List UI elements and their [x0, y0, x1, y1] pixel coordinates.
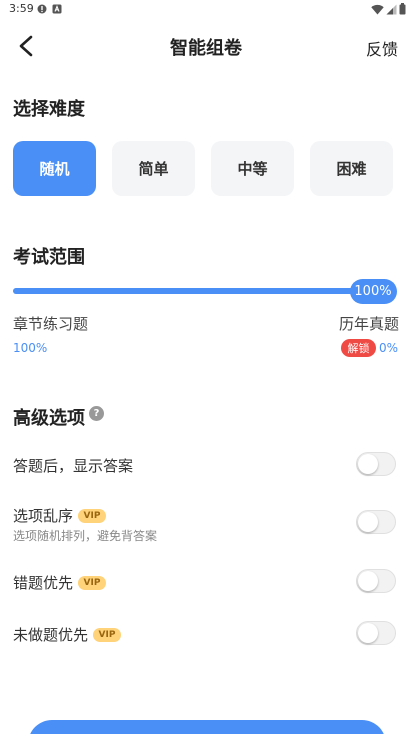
- scope-slider-track[interactable]: [13, 288, 373, 294]
- difficulty-medium-button[interactable]: 中等: [211, 141, 294, 196]
- unlock-button[interactable]: 解锁: [341, 339, 376, 357]
- help-icon[interactable]: ?: [89, 406, 104, 421]
- option-label-text: 未做题优先: [13, 626, 89, 644]
- primary-action-button[interactable]: [28, 720, 386, 734]
- difficulty-hard-button[interactable]: 困难: [310, 141, 393, 196]
- toggle-knob: [358, 623, 378, 643]
- chapter-practice-value: 100%: [13, 341, 48, 355]
- option-shuffle-subtitle: 选项随机排列，避免背答案: [13, 529, 158, 543]
- scope-slider-fill: [13, 288, 373, 294]
- option-label-text: 错题优先: [13, 574, 74, 592]
- status-time: 3:59: [9, 2, 34, 15]
- difficulty-title: 选择难度: [13, 99, 85, 120]
- wifi-icon: [371, 4, 384, 14]
- vip-badge: VIP: [93, 627, 122, 642]
- advanced-title: 高级选项: [13, 408, 85, 429]
- status-indicators: [371, 2, 406, 16]
- scope-title: 考试范围: [13, 247, 85, 268]
- difficulty-random-button[interactable]: 随机: [13, 141, 96, 196]
- battery-icon: [399, 3, 406, 15]
- toggle-knob: [358, 454, 378, 474]
- toggle-knob: [358, 512, 378, 532]
- option-label-text: 答题后，显示答案: [13, 457, 134, 475]
- shuffle-options-toggle[interactable]: [356, 510, 396, 534]
- option-show-answer-label: 答题后，显示答案: [13, 455, 133, 476]
- page-title: 智能组卷: [170, 38, 242, 59]
- feedback-button[interactable]: 反馈: [366, 36, 398, 60]
- option-wrong-first-label: 错题优先 VIP: [13, 572, 107, 593]
- status-bar: 3:59: [0, 0, 412, 18]
- past-exams-value: 0%: [378, 341, 398, 355]
- difficulty-easy-button[interactable]: 简单: [112, 141, 195, 196]
- option-label-text: 选项乱序: [13, 507, 74, 525]
- toggle-knob: [358, 571, 378, 591]
- signal-icon: [386, 4, 397, 14]
- alert-icon: [37, 4, 47, 14]
- chapter-practice-label: 章节练习题: [13, 315, 89, 333]
- option-undone-first-label: 未做题优先 VIP: [13, 624, 122, 645]
- past-exams-label: 历年真题: [338, 315, 399, 333]
- difficulty-options: 随机 简单 中等 困难: [13, 141, 393, 196]
- wrong-first-toggle[interactable]: [356, 569, 396, 593]
- notification-icon: [52, 4, 62, 14]
- scope-slider-thumb[interactable]: 100%: [349, 279, 397, 304]
- vip-badge: VIP: [78, 575, 107, 590]
- app-header: 智能组卷 反馈: [0, 22, 412, 70]
- show-answer-toggle[interactable]: [356, 452, 396, 476]
- undone-first-toggle[interactable]: [356, 621, 396, 645]
- vip-badge: VIP: [78, 508, 107, 523]
- option-shuffle-label: 选项乱序 VIP: [13, 505, 107, 526]
